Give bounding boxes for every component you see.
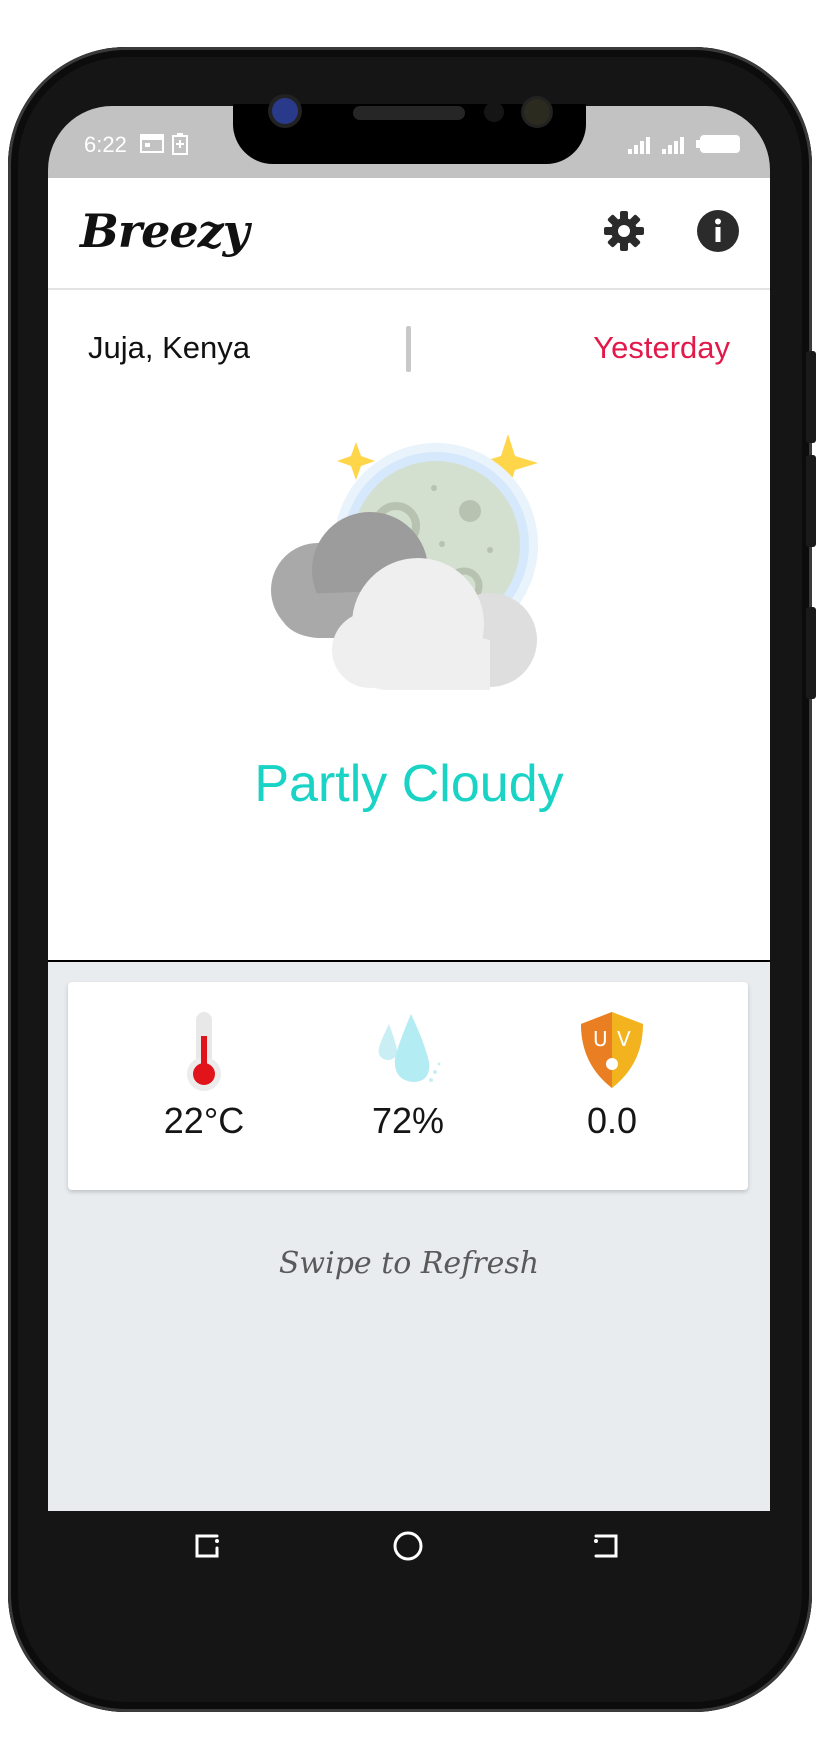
front-camera-icon xyxy=(272,98,298,124)
humidity-value: 72% xyxy=(371,1100,445,1141)
temperature-stat: 22°C xyxy=(124,1010,284,1142)
home-icon[interactable] xyxy=(390,1528,426,1564)
device-screen: 6:22 Breezy Juja, Kenya Yesterday Partly… xyxy=(48,106,770,1511)
proximity-sensor xyxy=(484,102,504,122)
battery-charging-icon xyxy=(172,133,188,159)
weather-stats-card: 22°C 72% U V 0.0 xyxy=(68,982,748,1190)
calendar-icon xyxy=(140,133,164,157)
location-name: Juja, Kenya xyxy=(88,330,250,365)
timeframe-label: Yesterday xyxy=(593,330,730,365)
signal-sim2-icon xyxy=(662,136,688,158)
partly-cloudy-night-icon xyxy=(258,410,558,700)
app-bar: Breezy xyxy=(48,178,770,290)
recent-apps-icon[interactable] xyxy=(189,1528,225,1564)
back-icon[interactable] xyxy=(588,1528,624,1564)
uv-badge-v: V xyxy=(617,1027,631,1051)
uv-badge-u: U xyxy=(593,1027,608,1051)
info-icon[interactable] xyxy=(696,209,740,253)
signal-sim1-icon xyxy=(628,136,654,158)
uv-shield-icon: U V xyxy=(581,1012,643,1088)
header-divider xyxy=(406,326,411,372)
settings-gear-icon[interactable] xyxy=(602,209,646,253)
weather-condition: Partly Cloudy xyxy=(254,755,564,813)
water-drops-icon xyxy=(378,1014,441,1082)
volume-up-button xyxy=(806,351,816,443)
power-button xyxy=(806,607,816,699)
current-weather-panel[interactable]: Juja, Kenya Yesterday Partly Cloudy xyxy=(48,290,770,960)
secondary-camera-icon xyxy=(524,99,550,125)
app-title: Breezy xyxy=(80,204,249,258)
status-time: 6:22 xyxy=(84,132,127,157)
thermometer-icon xyxy=(187,1012,221,1091)
volume-down-button xyxy=(806,455,816,547)
uv-stat: U V 0.0 xyxy=(532,1010,692,1142)
temperature-value: 22°C xyxy=(163,1100,245,1141)
details-panel[interactable]: 22°C 72% U V 0.0 Swipe to Refresh xyxy=(48,962,770,1511)
uv-value: 0.0 xyxy=(586,1100,638,1141)
swipe-refresh-hint: Swipe to Refresh xyxy=(278,1246,540,1281)
battery-icon xyxy=(696,134,742,158)
humidity-stat: 72% xyxy=(328,1010,488,1142)
earpiece-speaker xyxy=(353,106,465,120)
